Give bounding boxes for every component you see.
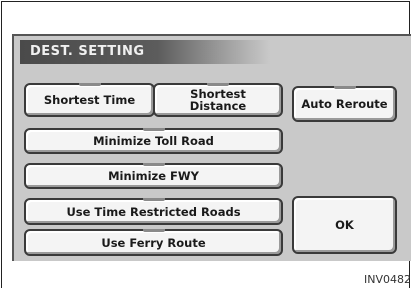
shortest-time-button[interactable]: Shortest Time (24, 83, 155, 117)
auto-reroute-label: Auto Reroute (301, 97, 388, 111)
minimize-fwy-label: Minimize FWY (108, 169, 199, 183)
auto-reroute-button[interactable]: Auto Reroute (292, 86, 397, 122)
indicator-light (142, 128, 165, 131)
indicator-light (207, 83, 229, 86)
minimize-toll-road-label: Minimize Toll Road (93, 134, 214, 148)
indicator-light (78, 83, 101, 86)
use-time-restricted-roads-label: Use Time Restricted Roads (66, 204, 241, 219)
screen-title: DEST. SETTING (30, 44, 145, 59)
indicator-light (142, 198, 165, 201)
indicator-light (142, 163, 165, 166)
shortest-distance-button[interactable]: Shortest Distance (153, 83, 283, 117)
figure-id-label: INV0482 (364, 273, 411, 286)
shortest-time-label: Shortest Time (43, 93, 136, 107)
minimize-fwy-button[interactable]: Minimize FWY (24, 163, 283, 189)
use-ferry-route-button[interactable]: Use Ferry Route (24, 229, 283, 256)
indicator-light (142, 229, 165, 232)
ok-label: OK (335, 218, 354, 232)
indicator-light (333, 86, 356, 89)
use-ferry-route-label: Use Ferry Route (101, 235, 206, 250)
shortest-distance-label: Shortest Distance (189, 87, 247, 113)
minimize-toll-road-button[interactable]: Minimize Toll Road (24, 128, 283, 154)
use-time-restricted-roads-button[interactable]: Use Time Restricted Roads (24, 198, 283, 225)
ok-button[interactable]: OK (292, 196, 397, 254)
